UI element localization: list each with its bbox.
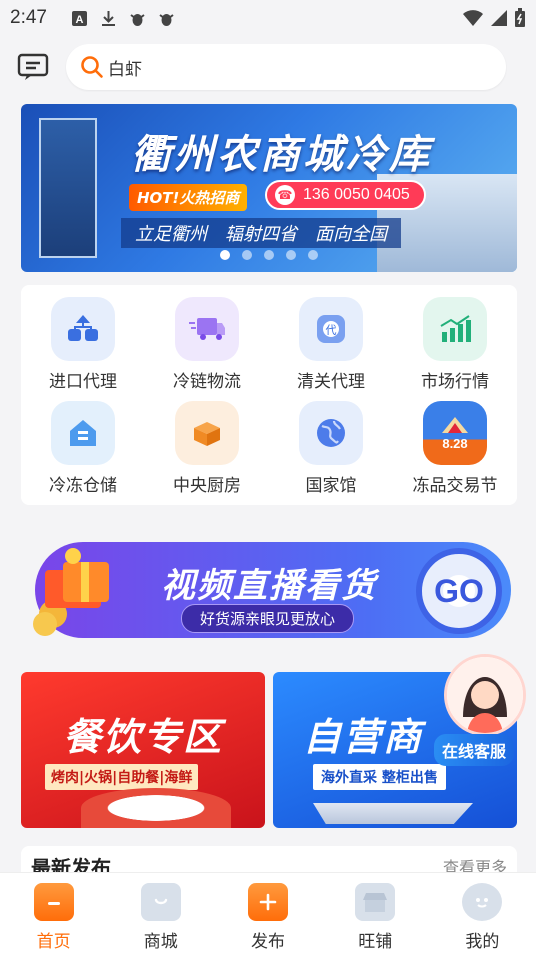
tab-home[interactable]: 首页 — [0, 873, 107, 954]
grid-item-cold-chain[interactable]: 冷链物流 — [145, 297, 269, 401]
bug-icon — [159, 13, 174, 26]
promo-subtitle: 烤肉|火锅|自助餐|海鲜 — [45, 764, 199, 790]
banner-phone[interactable]: ☎ 136 0050 0405 — [265, 180, 426, 210]
banner-title: 衢州农商城冷库 — [131, 132, 432, 178]
live-banner-subtitle: 好货源亲眼见更放心 — [181, 604, 355, 633]
grid-item-national-pavilion[interactable]: 国家馆 — [269, 401, 393, 505]
publish-icon — [248, 883, 288, 921]
store-icon — [355, 883, 396, 921]
grid-item-central-kitchen[interactable]: 中央厨房 — [145, 401, 269, 505]
wifi-icon — [463, 10, 483, 26]
phone-icon: ☎ — [275, 185, 295, 205]
online-service-button[interactable]: 在线客服 — [434, 654, 534, 770]
ship-image — [313, 803, 473, 824]
grid-label: 冻品交易节 — [412, 476, 498, 496]
status-time: 2:47 — [10, 7, 47, 28]
search-icon — [81, 56, 103, 78]
a-icon: A — [71, 10, 87, 26]
festival-icon: 8.28 — [423, 401, 487, 465]
grid-label: 冷冻仓储 — [49, 476, 117, 496]
grid-item-frozen-festival[interactable]: 8.28 冻品交易节 — [393, 401, 517, 505]
carousel-dot[interactable] — [286, 250, 296, 260]
grid-label: 中央厨房 — [173, 476, 241, 496]
org-chart-icon — [51, 297, 115, 361]
grid-item-customs[interactable]: 代 清关代理 — [269, 297, 393, 401]
battery-icon — [515, 8, 525, 27]
shop-icon — [140, 883, 181, 921]
svg-text:A: A — [76, 14, 84, 26]
banner-slogan: 面向全国 — [315, 224, 387, 245]
banner-hot-tag: HOT!火热招商 — [129, 184, 248, 211]
promo-title: 餐饮专区 — [62, 715, 223, 759]
grid-label: 清关代理 — [297, 372, 365, 392]
tab-store[interactable]: 旺铺 — [322, 873, 429, 954]
festival-date-badge: 8.28 — [442, 436, 468, 451]
grid-label: 市场行情 — [421, 372, 489, 392]
globe-icon — [299, 401, 363, 465]
profile-icon — [462, 883, 503, 921]
grid-label: 国家馆 — [305, 476, 357, 496]
promo-catering-zone[interactable]: 餐饮专区 烤肉|火锅|自助餐|海鲜 — [21, 672, 265, 828]
carousel-dot[interactable] — [308, 250, 318, 260]
message-icon[interactable] — [16, 50, 50, 84]
tab-publish[interactable]: 发布 — [214, 873, 321, 954]
service-avatar — [444, 654, 526, 736]
banner-slogan: 辐射四省 — [225, 224, 297, 245]
status-bar: 2:47 A — [0, 0, 536, 36]
building-image — [39, 118, 97, 258]
bottom-tab-bar: 首页 商城 发布 旺铺 我的 — [0, 872, 536, 954]
promo-subtitle: 海外直采 整柜出售 — [313, 764, 446, 790]
carousel-dot[interactable] — [264, 250, 274, 260]
live-stream-banner[interactable]: 视频直播看货 好货源亲眼见更放心 GO — [21, 532, 517, 652]
stamp-icon: 代 — [299, 297, 363, 361]
search-value: 白虾 — [108, 59, 142, 80]
banner-slogan: 立足衢州 — [135, 224, 207, 245]
chart-up-icon — [423, 297, 487, 361]
grid-item-market[interactable]: 市场行情 — [393, 297, 517, 401]
tab-label: 发布 — [251, 932, 285, 952]
carousel-dots — [21, 250, 517, 260]
main-banner[interactable]: 衢州农商城冷库 HOT!火热招商 ☎ 136 0050 0405 立足衢州 辐射… — [21, 104, 517, 272]
tab-profile[interactable]: 我的 — [429, 873, 536, 954]
tab-label: 首页 — [36, 932, 71, 952]
search-input[interactable]: 白虾 — [66, 44, 506, 90]
grid-item-import-agent[interactable]: 进口代理 — [21, 297, 145, 401]
tab-mall[interactable]: 商城 — [107, 873, 214, 954]
online-service-label: 在线客服 — [434, 734, 515, 766]
grid-label: 进口代理 — [49, 372, 117, 392]
grid-label: 冷链物流 — [173, 372, 241, 392]
gift-box-icon — [33, 548, 109, 636]
tab-label: 旺铺 — [358, 932, 393, 952]
signal-icon — [491, 10, 507, 26]
grid-item-cold-storage[interactable]: 冷冻仓储 — [21, 401, 145, 505]
search-row: 白虾 — [0, 36, 536, 98]
food-image — [81, 788, 231, 828]
box-icon — [175, 401, 239, 465]
download-icon — [101, 10, 115, 26]
truck-icon — [175, 297, 239, 361]
banner-phone-number: 136 0050 0405 — [303, 186, 410, 203]
svg-text:代: 代 — [326, 324, 337, 337]
service-grid: 进口代理 冷链物流 代 清关代理 市场行情 冷冻仓储 中央厨房 国家馆 8.28… — [21, 285, 517, 505]
tab-label: 商城 — [143, 932, 178, 952]
bug-icon — [130, 13, 145, 26]
warehouse-icon — [51, 401, 115, 465]
carousel-dot[interactable] — [242, 250, 252, 260]
go-button[interactable]: GO — [416, 548, 502, 634]
live-banner-title: 视频直播看货 — [161, 566, 377, 606]
banner-slogans: 立足衢州 辐射四省 面向全国 — [121, 218, 401, 248]
tab-label: 我的 — [465, 932, 500, 952]
home-icon — [33, 883, 74, 921]
carousel-dot-active[interactable] — [220, 250, 230, 260]
